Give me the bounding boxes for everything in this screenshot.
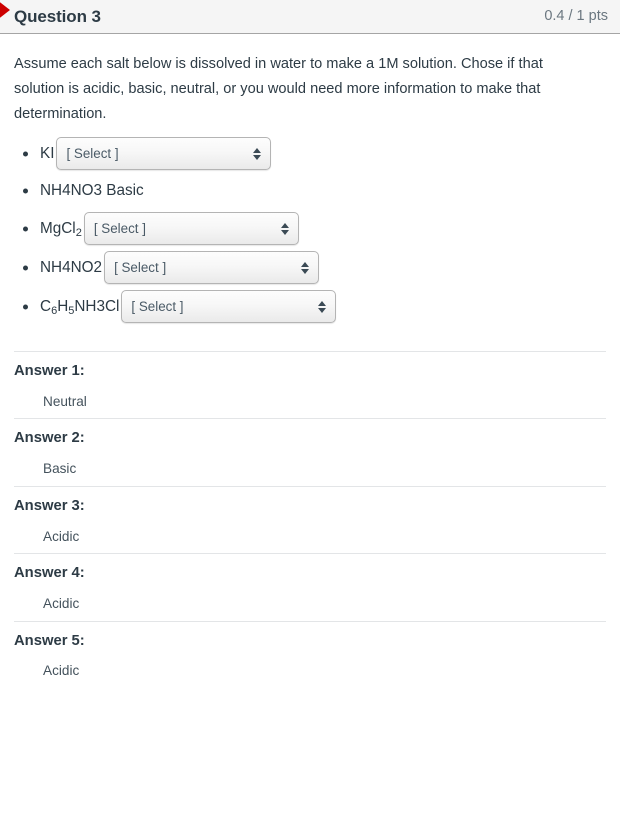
answer-value: Acidic [43,595,80,611]
list-item: NH4NO2 [ Select ] [14,251,606,284]
page-title: Question 3 [14,7,101,26]
select-value: [ Select ] [131,298,184,314]
answer-select-5[interactable]: [ Select ] [121,290,337,323]
answer-value: Acidic [43,663,80,679]
chevron-down-icon [280,229,289,235]
answer-label: Answer 3: [14,497,85,514]
formula-text: H [57,297,69,315]
answer-select-4[interactable]: [ Select ] [104,251,320,284]
list-item: KI [ Select ] [14,137,606,170]
answer-select-1[interactable]: [ Select ] [56,137,272,170]
answer-value: Acidic [43,528,80,544]
salt-formula: NH4NO3 Basic [40,183,144,198]
select-value: [ Select ] [66,145,119,161]
select-value: [ Select ] [93,220,146,236]
answers-section: Answer 1: Neutral Answer 2: Basic Answer 3: A… [0,351,620,688]
select-value: [ Select ] [114,259,167,275]
select-updown-arrows-icon [301,261,310,274]
salt-list: KI[ Select ] NH4NO3 Basic MgCl2[ Select ] N… [14,137,606,323]
formula-text: NH3Cl [74,297,120,315]
formula-text: C [40,297,52,315]
answer-block: Answer 4: Acidic [14,553,606,620]
answer-value: Basic [43,461,77,477]
formula-text: NH4NO2 [40,258,103,276]
answer-label: Answer 1: [14,363,85,379]
select-updown-arrows-icon [253,147,262,160]
chevron-up-icon [301,261,310,267]
salt-formula: MgCl2 [40,219,82,239]
flag-marker-icon [0,0,10,20]
list-item: MgCl2 [ Select ] [14,212,606,245]
chevron-down-icon [301,268,310,274]
select-updown-arrows-icon [318,300,327,313]
answer-block: Answer 2: Basic [14,418,606,485]
question-prompt: Assume each salt below is dissolved in w… [14,56,543,122]
salt-formula: C6H5NH3Cl [40,297,120,317]
formula-text: KI [40,144,55,162]
chevron-down-icon [318,307,327,313]
formula-text: NH4NO3 Basic [40,182,144,200]
formula-subscript: 5 [68,304,75,317]
answer-block: Answer 5: Acidic [14,620,606,688]
select-updown-arrows-icon [280,222,289,235]
chevron-down-icon [253,154,262,160]
formula-subscript: 6 [51,304,58,317]
question-header: Question 3 0.4 / 1 pts [0,0,620,34]
formula-subscript: 2 [75,226,82,239]
answer-label: Answer 5: [14,632,85,649]
list-item: C6H5NH3Cl [ Select ] [14,290,606,323]
answer-select-3[interactable]: [ Select ] [83,212,299,245]
chevron-up-icon [318,300,327,306]
answer-block: Answer 1: Neutral [14,351,606,418]
chevron-up-icon [253,147,262,153]
chevron-up-icon [280,222,289,228]
answer-block: Answer 3: Acidic [14,485,606,553]
formula-text: MgCl [40,219,76,237]
salt-formula: KI [40,146,54,161]
answer-label: Answer 4: [14,565,85,582]
list-item: NH4NO3 Basic [14,176,606,206]
salt-formula: NH4NO2 [40,260,102,275]
question-points: 0.4 / 1 pts [544,8,608,25]
answer-value: Neutral [43,393,87,409]
answer-label: Answer 2: [14,430,85,447]
question-body: Assume each salt below is dissolved in w… [0,34,620,323]
